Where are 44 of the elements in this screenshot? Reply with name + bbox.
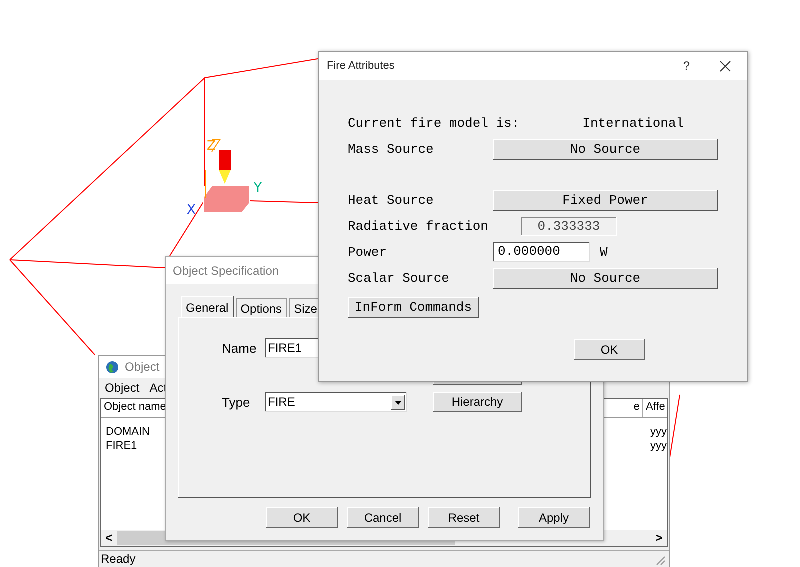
tab[interactable]: General bbox=[181, 296, 234, 317]
window-title: Object bbox=[125, 360, 160, 374]
window-title: Object Specification bbox=[173, 264, 280, 278]
readonly-field: 0.333333 bbox=[521, 216, 617, 236]
axis-label: Z bbox=[207, 139, 216, 154]
field-label: Radiative fraction bbox=[348, 218, 490, 234]
field-label: Heat Source bbox=[348, 192, 435, 208]
column-header[interactable]: Affe bbox=[643, 399, 667, 417]
axis-label: X bbox=[187, 203, 196, 218]
globe-icon bbox=[106, 360, 119, 374]
table-cell-text: yyy bbox=[650, 425, 667, 439]
source-button[interactable]: No Source bbox=[493, 268, 718, 288]
field-label: Power bbox=[348, 244, 388, 260]
field-label: Scalar Source bbox=[348, 270, 450, 286]
dialog-button[interactable]: Reset bbox=[428, 507, 500, 528]
power-field[interactable]: 0.000000 bbox=[493, 242, 590, 262]
field-label: Type bbox=[222, 394, 252, 410]
scroll-right-arrow[interactable]: > bbox=[651, 531, 667, 545]
table-cell-text: DOMAIN bbox=[105, 425, 151, 439]
dialog-button[interactable]: Cancel bbox=[347, 507, 419, 528]
axis-label: Y bbox=[254, 181, 262, 196]
inform-commands-button[interactable]: InForm Commands bbox=[348, 296, 480, 318]
table-cell-text: yyy bbox=[650, 439, 667, 453]
status-text: Ready bbox=[101, 552, 136, 566]
menu-item[interactable]: Object bbox=[105, 381, 140, 395]
scroll-left-arrow[interactable]: < bbox=[101, 531, 117, 545]
window-title: Fire Attributes bbox=[327, 60, 396, 72]
table-cell-text: FIRE1 bbox=[105, 439, 138, 453]
type-dropdown[interactable]: FIRE bbox=[265, 392, 407, 412]
field-label: Name bbox=[222, 340, 258, 356]
source-button[interactable]: No Source bbox=[493, 138, 718, 160]
ok-button[interactable]: OK bbox=[574, 339, 645, 360]
hierarchy-button[interactable]: Hierarchy bbox=[433, 392, 522, 412]
dropdown-arrow-icon bbox=[394, 400, 402, 404]
tab[interactable]: Options bbox=[236, 298, 288, 317]
dialog-button[interactable]: Apply bbox=[518, 507, 590, 528]
label: Current fire model is: bbox=[348, 116, 520, 130]
field-label: Mass Source bbox=[348, 142, 435, 156]
dialog-button[interactable]: OK bbox=[266, 507, 338, 528]
help-button[interactable]: ? bbox=[683, 59, 690, 73]
model-value: International bbox=[582, 116, 684, 130]
unit-label: W bbox=[600, 244, 608, 260]
source-button[interactable]: Fixed Power bbox=[493, 190, 718, 210]
close-icon bbox=[720, 60, 731, 72]
